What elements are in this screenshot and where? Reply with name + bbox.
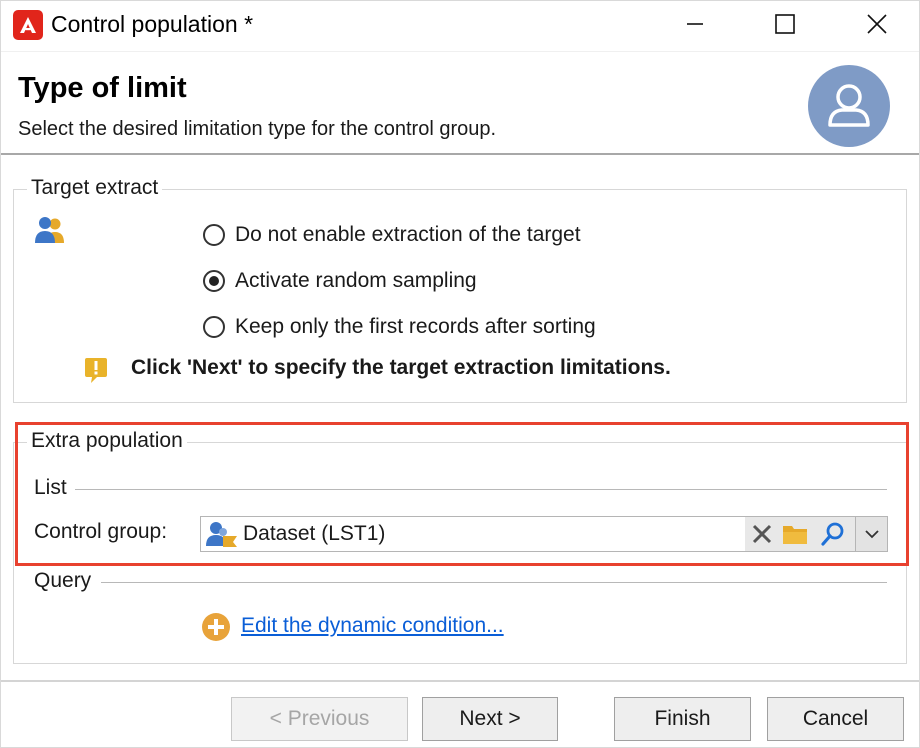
radio-first-records[interactable]: Keep only the first records after sortin… (203, 312, 596, 342)
radio-label: Activate random sampling (235, 269, 477, 292)
radio-random-sampling[interactable]: Activate random sampling (203, 266, 477, 296)
radio-button[interactable] (203, 224, 225, 246)
query-divider (101, 582, 887, 583)
next-button[interactable]: Next > (422, 697, 558, 741)
finish-button[interactable]: Finish (614, 697, 751, 741)
wizard-header: Type of limit Select the desired limitat… (1, 52, 919, 153)
minimize-icon (687, 23, 703, 25)
highlight-box (15, 422, 909, 566)
warning-icon (84, 356, 108, 389)
edit-dynamic-condition-link[interactable]: Edit the dynamic condition... (241, 614, 504, 638)
maximize-button[interactable] (755, 1, 815, 47)
page-title: Type of limit (18, 72, 187, 104)
page-subtitle: Select the desired limitation type for t… (18, 118, 497, 140)
user-avatar-icon (808, 65, 890, 147)
radio-no-extraction[interactable]: Do not enable extraction of the target (203, 220, 581, 250)
target-extract-legend: Target extract (27, 176, 163, 200)
minimize-button[interactable] (665, 1, 725, 47)
radio-label: Keep only the first records after sortin… (235, 315, 596, 338)
maximize-icon (775, 14, 795, 34)
title-bar: Control population * (1, 1, 919, 51)
next-hint-text: Click 'Next' to specify the target extra… (131, 356, 671, 379)
users-icon (33, 215, 67, 250)
plus-icon[interactable] (201, 612, 231, 647)
dialog-window: Control population * Type of limit Selec… (0, 0, 920, 748)
window-title: Control population * (51, 11, 254, 37)
close-button[interactable] (847, 1, 907, 47)
header-divider (1, 153, 919, 155)
cancel-button[interactable]: Cancel (767, 697, 904, 741)
radio-label: Do not enable extraction of the target (235, 223, 581, 246)
previous-button[interactable]: < Previous (231, 697, 408, 741)
close-icon (867, 14, 887, 34)
radio-button-checked[interactable] (203, 270, 225, 292)
radio-button[interactable] (203, 316, 225, 338)
query-section-label: Query (34, 569, 98, 593)
adobe-app-icon (13, 10, 43, 40)
footer-divider (1, 680, 919, 682)
